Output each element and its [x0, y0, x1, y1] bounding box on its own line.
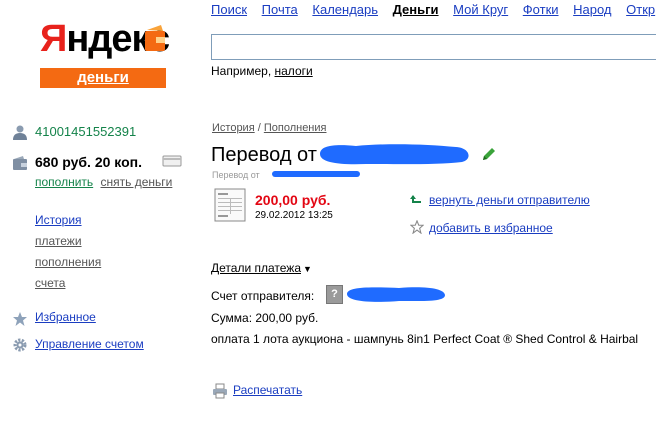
sidebar-item-history[interactable]: История	[35, 210, 101, 231]
nav-mail[interactable]: Почта	[262, 2, 298, 17]
breadcrumb-topups[interactable]: Пополнения	[264, 122, 327, 134]
account-management-link[interactable]: Управление счетом	[35, 337, 144, 351]
printer-icon	[213, 383, 227, 399]
star-icon	[13, 312, 27, 326]
balance-actions: пополнить снять деньги	[35, 175, 172, 189]
search-hint: Например, налоги	[211, 64, 313, 78]
add-favorite-star-icon	[410, 220, 424, 234]
subtitle: Перевод от	[212, 170, 260, 180]
operation-amount: 200,00 руб.	[255, 192, 331, 208]
search-hint-prefix: Например,	[211, 64, 272, 78]
nav-search[interactable]: Поиск	[211, 2, 247, 17]
operation-datetime: 29.02.2012 13:25	[255, 210, 333, 221]
topup-link[interactable]: пополнить	[35, 175, 93, 189]
sidebar-item-payments[interactable]: платежи	[35, 231, 101, 252]
wallet-balance-icon	[13, 156, 27, 170]
nav-money[interactable]: Деньги	[393, 2, 439, 17]
money-service-link[interactable]: деньги	[77, 69, 129, 86]
search-hint-link[interactable]: налоги	[275, 64, 313, 78]
favorites-link[interactable]: Избранное	[35, 310, 96, 324]
add-to-favorites-link[interactable]: добавить в избранное	[429, 221, 553, 235]
chevron-down-icon: ▼	[303, 264, 312, 274]
sidebar-item-topups[interactable]: пополнения	[35, 252, 101, 273]
nav-photos[interactable]: Фотки	[523, 2, 559, 17]
breadcrumb-separator: /	[254, 122, 264, 134]
details-header: Детали платежа	[211, 261, 301, 275]
breadcrumb: История / Пополнения	[212, 122, 327, 134]
gear-icon	[13, 338, 27, 352]
edit-icon[interactable]	[481, 146, 497, 162]
redacted-name-small	[272, 171, 360, 177]
details-toggle[interactable]: Детали платежа ▼	[211, 261, 312, 275]
search-input[interactable]	[211, 34, 656, 60]
wallet-icon	[145, 25, 165, 51]
account-number: 41001451552391	[35, 124, 137, 139]
nav-narod[interactable]: Народ	[573, 2, 611, 17]
sidebar-menu: История платежи пополнения счета	[35, 210, 101, 294]
page-title: Перевод от	[211, 144, 317, 166]
card-icon[interactable]	[162, 155, 182, 167]
redacted-sender-account	[347, 287, 445, 302]
question-icon[interactable]: ?	[326, 285, 343, 304]
nav-more[interactable]: Откр	[626, 2, 655, 17]
return-arrow-icon	[410, 195, 421, 203]
sidebar-item-invoices[interactable]: счета	[35, 273, 101, 294]
receipt-icon	[214, 188, 246, 222]
breadcrumb-history[interactable]: История	[212, 122, 255, 134]
sum-line: Сумма: 200,00 руб.	[211, 311, 319, 325]
nav-moi-krug[interactable]: Мой Круг	[453, 2, 508, 17]
money-service-banner[interactable]: деньги	[40, 68, 166, 88]
top-navigation: Поиск Почта Календарь Деньги Мой Круг Фо…	[211, 2, 656, 17]
print-link[interactable]: Распечатать	[233, 383, 302, 397]
logo-first-letter: Я	[40, 18, 67, 60]
return-money-link[interactable]: вернуть деньги отправителю	[429, 193, 590, 207]
sender-label: Счет отправителя:	[211, 289, 315, 303]
user-icon	[13, 125, 27, 140]
account-balance: 680 руб. 20 коп.	[35, 154, 143, 170]
nav-calendar[interactable]: Календарь	[312, 2, 378, 17]
payment-purpose: оплата 1 лота аукциона - шампунь 8in1 Pe…	[211, 332, 639, 346]
withdraw-link[interactable]: снять деньги	[101, 175, 173, 189]
redacted-name	[320, 144, 469, 165]
